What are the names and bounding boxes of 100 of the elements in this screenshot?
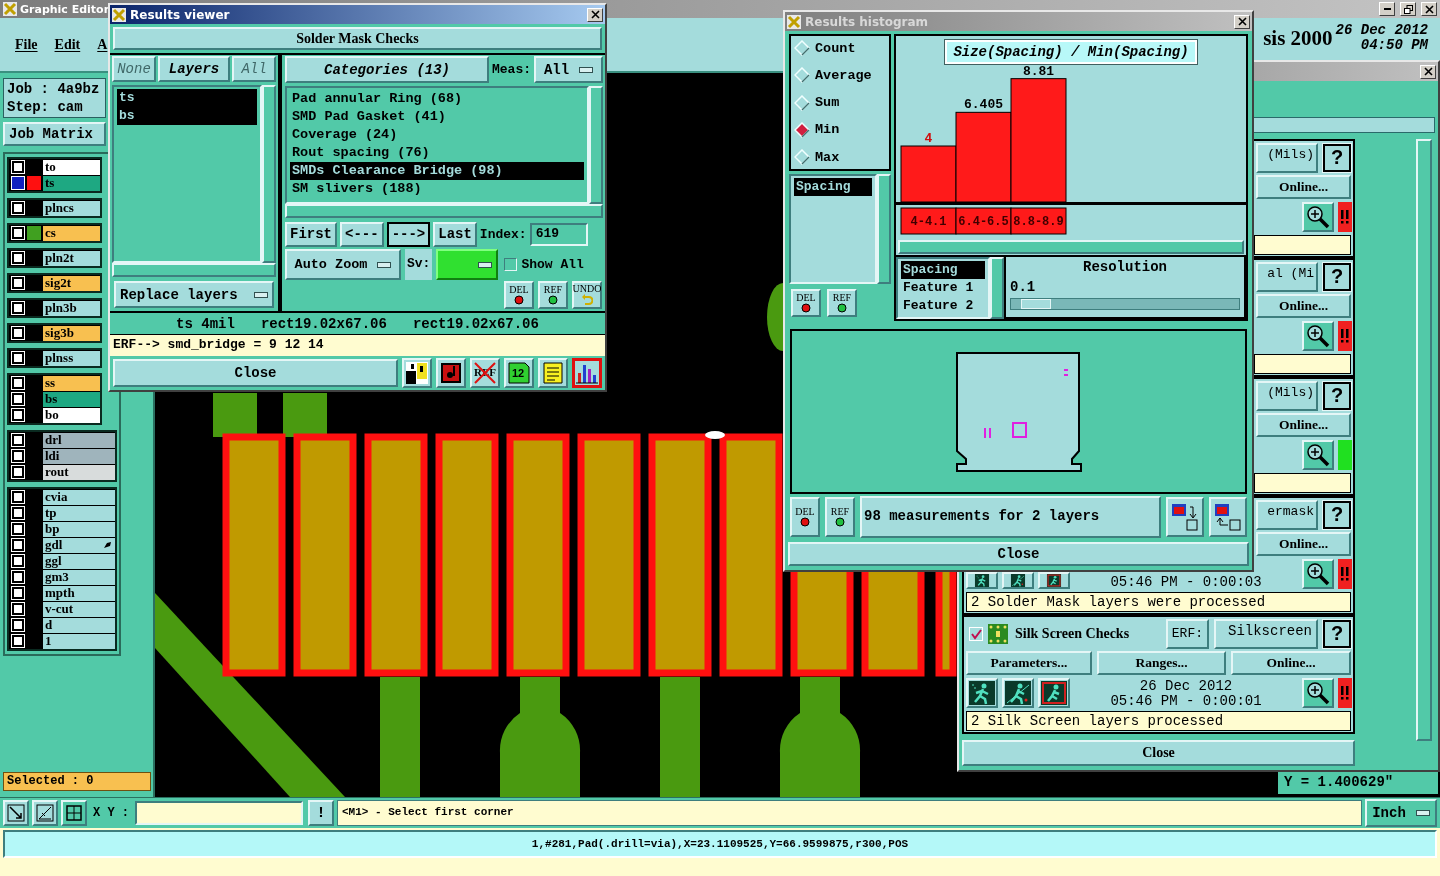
export-button[interactable] bbox=[1166, 497, 1204, 537]
layer-checkbox[interactable] bbox=[12, 202, 24, 214]
layer-cell[interactable]: ggl bbox=[43, 553, 115, 569]
help-button[interactable]: ? bbox=[1323, 143, 1351, 172]
horizontal-scrollbar[interactable] bbox=[898, 240, 1244, 254]
list-item[interactable]: Feature 1 bbox=[901, 279, 985, 297]
horizontal-scrollbar[interactable] bbox=[112, 263, 276, 277]
navigation-button[interactable]: <--- bbox=[340, 221, 384, 247]
navigation-button[interactable]: First bbox=[285, 221, 337, 247]
undo-button[interactable]: UNDO bbox=[572, 281, 602, 309]
menu-item[interactable]: File bbox=[15, 36, 38, 53]
chart-bar[interactable] bbox=[900, 145, 957, 203]
checkbox[interactable] bbox=[504, 258, 518, 272]
vertical-scrollbar[interactable] bbox=[589, 86, 603, 204]
reference-button[interactable]: REF bbox=[827, 289, 857, 317]
navigation-button[interactable]: ---> bbox=[386, 221, 431, 247]
menu-item[interactable]: A bbox=[97, 36, 108, 53]
run-button[interactable] bbox=[966, 678, 998, 708]
layer-checkbox[interactable] bbox=[12, 327, 24, 339]
layer-checkbox[interactable] bbox=[12, 507, 24, 519]
measure-tool-button[interactable] bbox=[32, 800, 58, 826]
meas-dropdown[interactable]: All bbox=[534, 56, 603, 83]
layer-checkbox[interactable] bbox=[12, 409, 24, 421]
close-button[interactable] bbox=[1420, 64, 1436, 79]
category-item[interactable]: Coverage (24) bbox=[290, 126, 584, 144]
run-button[interactable] bbox=[1002, 572, 1034, 589]
run-button[interactable] bbox=[1002, 678, 1034, 708]
help-button[interactable]: ? bbox=[1323, 381, 1351, 410]
vertical-scrollbar[interactable] bbox=[990, 257, 1004, 319]
reference-button[interactable]: REF bbox=[825, 497, 855, 537]
layer-checkbox[interactable] bbox=[12, 277, 24, 289]
restore-button[interactable] bbox=[1400, 2, 1416, 16]
layer-cell[interactable]: plnss bbox=[43, 350, 100, 366]
help-button[interactable]: ? bbox=[1323, 500, 1351, 529]
severity-dropdown[interactable] bbox=[436, 249, 499, 281]
online-button[interactable]: Online... bbox=[1256, 413, 1351, 438]
layer-cell[interactable]: d bbox=[43, 617, 115, 633]
histogram-button[interactable] bbox=[572, 358, 602, 388]
layer-checkbox[interactable] bbox=[12, 555, 24, 567]
erf-button[interactable]: ERF: bbox=[1165, 618, 1209, 649]
list-item[interactable]: Spacing bbox=[901, 261, 985, 279]
layer-cell[interactable]: cs bbox=[43, 225, 100, 241]
layer-cell[interactable]: plncs bbox=[43, 200, 100, 216]
layer-cell[interactable]: cvia bbox=[43, 489, 115, 505]
category-item[interactable]: Pad annular Ring (68) bbox=[290, 90, 584, 108]
close-button[interactable]: Close bbox=[788, 542, 1249, 566]
reference-button[interactable]: REF bbox=[538, 281, 568, 309]
radio-label[interactable]: Max bbox=[815, 149, 840, 165]
index-input-field[interactable]: 619 bbox=[529, 222, 588, 246]
parameters-button[interactable]: Parameters... bbox=[966, 651, 1092, 675]
minimize-button[interactable] bbox=[1379, 2, 1395, 16]
import-button[interactable] bbox=[1209, 497, 1247, 537]
delete-button[interactable]: DEL bbox=[791, 289, 821, 317]
layer-checkbox[interactable] bbox=[12, 252, 24, 264]
notes-button[interactable] bbox=[538, 358, 568, 388]
vertical-scrollbar[interactable] bbox=[1416, 139, 1432, 741]
chart-bar[interactable] bbox=[955, 111, 1012, 203]
layer-checkbox[interactable] bbox=[12, 523, 24, 535]
layer-checkbox[interactable] bbox=[12, 587, 24, 599]
layer-cell[interactable]: gdl bbox=[43, 537, 115, 553]
zoom-button[interactable] bbox=[1302, 559, 1334, 589]
list-item[interactable]: Spacing bbox=[794, 178, 872, 196]
job-matrix-button[interactable]: Job Matrix bbox=[3, 122, 106, 146]
layer-cell[interactable]: rout bbox=[43, 464, 115, 480]
prompt-button[interactable]: ! bbox=[308, 800, 334, 826]
layer-cell[interactable]: ldi bbox=[43, 448, 115, 464]
vertical-scrollbar[interactable] bbox=[877, 174, 891, 284]
zoom-button[interactable] bbox=[1302, 202, 1334, 233]
radio-label[interactable]: Average bbox=[815, 67, 872, 83]
xy-input-field[interactable] bbox=[135, 801, 303, 825]
erf-input-field[interactable]: Silkscreen bbox=[1214, 618, 1318, 649]
online-button[interactable]: Online... bbox=[1256, 532, 1351, 556]
layer-checkbox[interactable] bbox=[12, 450, 24, 462]
category-item[interactable]: SMD Pad Gasket (41) bbox=[290, 108, 584, 126]
run-button[interactable] bbox=[1038, 678, 1070, 708]
radio-label[interactable]: Sum bbox=[815, 95, 840, 110]
close-button[interactable] bbox=[1421, 2, 1437, 16]
layer-checkbox[interactable] bbox=[12, 302, 24, 314]
record-button[interactable] bbox=[436, 358, 466, 388]
close-button[interactable] bbox=[587, 7, 603, 22]
delete-button[interactable]: DEL bbox=[790, 497, 820, 537]
vertical-scrollbar[interactable] bbox=[262, 85, 276, 263]
list-item[interactable]: bs bbox=[117, 107, 257, 125]
radio-label[interactable]: Min bbox=[815, 122, 840, 138]
online-button[interactable]: Online... bbox=[1256, 175, 1351, 200]
layer-checkbox[interactable] bbox=[12, 377, 24, 389]
zoom-box-tool-button[interactable] bbox=[3, 800, 29, 826]
layer-checkbox[interactable] bbox=[12, 466, 24, 478]
layer-cell[interactable]: tp bbox=[43, 505, 115, 521]
layer-checkbox[interactable] bbox=[12, 635, 24, 647]
layer-cell[interactable]: to bbox=[43, 159, 100, 175]
erf-input-field[interactable]: (Mils) bbox=[1256, 142, 1318, 173]
figures-button[interactable] bbox=[402, 358, 432, 388]
erf-input-field[interactable]: ermask bbox=[1256, 499, 1318, 530]
chart-bar[interactable] bbox=[1010, 78, 1067, 203]
replace-mode-dropdown[interactable]: Replace layers bbox=[114, 281, 274, 308]
erf-input-field[interactable]: (Mils) bbox=[1256, 380, 1318, 411]
list-item[interactable]: ts bbox=[117, 89, 257, 107]
layer-cell[interactable]: pln2t bbox=[43, 250, 100, 266]
layer-cell[interactable]: bp bbox=[43, 521, 115, 537]
